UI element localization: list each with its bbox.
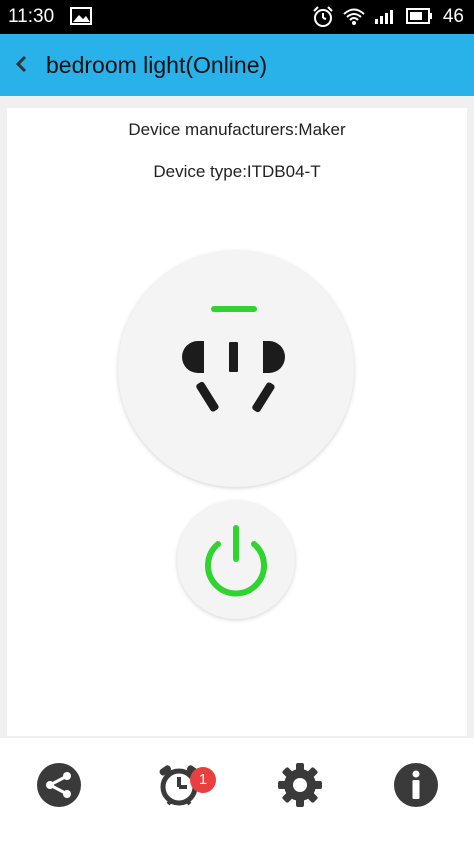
- alarm-icon: [313, 6, 333, 27]
- info-icon[interactable]: [393, 762, 439, 808]
- device-type: Device type:ITDB04-T: [153, 162, 321, 181]
- image-icon: [70, 7, 92, 25]
- battery-icon: [406, 8, 432, 24]
- wifi-icon: [343, 8, 365, 25]
- network-type: 46: [442, 6, 464, 27]
- settings-icon[interactable]: [277, 762, 323, 808]
- power-indicator: [211, 306, 257, 312]
- socket-icon: [182, 306, 285, 413]
- timer-badge: 1: [190, 767, 216, 793]
- power-icon: [205, 525, 267, 597]
- device-manufacturer: Device manufacturers:Maker: [128, 120, 346, 139]
- status-time: 11:30: [8, 6, 55, 27]
- chevron-left-icon[interactable]: [12, 52, 32, 76]
- device-card: Device manufacturers:Maker Device type:I…: [7, 108, 467, 736]
- signal-icon: [375, 10, 393, 24]
- share-icon[interactable]: [36, 762, 82, 808]
- page-title: bedroom light(Online): [46, 52, 268, 78]
- socket-illustration: [118, 251, 354, 487]
- bottom-nav: 1: [0, 738, 474, 842]
- power-toggle-button[interactable]: [177, 501, 295, 619]
- app-bar: bedroom light(Online): [0, 34, 474, 96]
- status-bar: 11:30 46: [0, 0, 474, 34]
